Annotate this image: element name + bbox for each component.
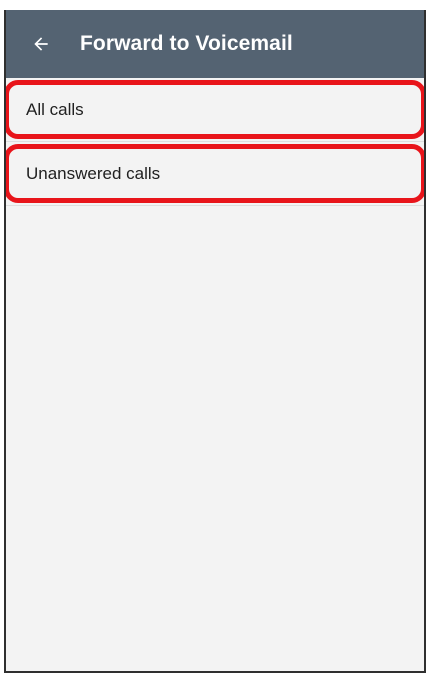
back-button[interactable] [14,10,68,78]
option-all-calls[interactable]: All calls [6,78,424,142]
option-label: All calls [26,99,84,119]
forward-options-list: All calls Unanswered calls [6,78,424,206]
app-bar: Forward to Voicemail [6,10,424,78]
phone-screen: Forward to Voicemail All calls Unanswere… [4,10,426,673]
arrow-left-icon [31,34,51,54]
page-title: Forward to Voicemail [80,32,293,55]
option-unanswered-calls[interactable]: Unanswered calls [6,142,424,206]
option-label: Unanswered calls [26,163,161,183]
